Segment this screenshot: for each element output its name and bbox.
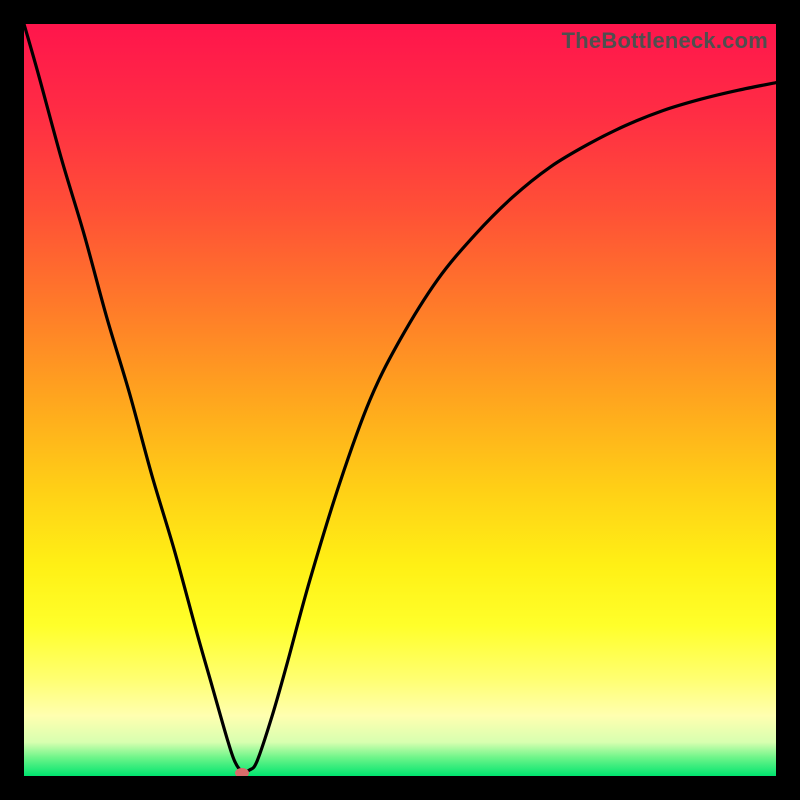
curve-path [24, 24, 776, 772]
bottleneck-curve [24, 24, 776, 776]
minimum-marker [235, 768, 249, 776]
chart-frame: TheBottleneck.com [0, 0, 800, 800]
plot-area: TheBottleneck.com [24, 24, 776, 776]
